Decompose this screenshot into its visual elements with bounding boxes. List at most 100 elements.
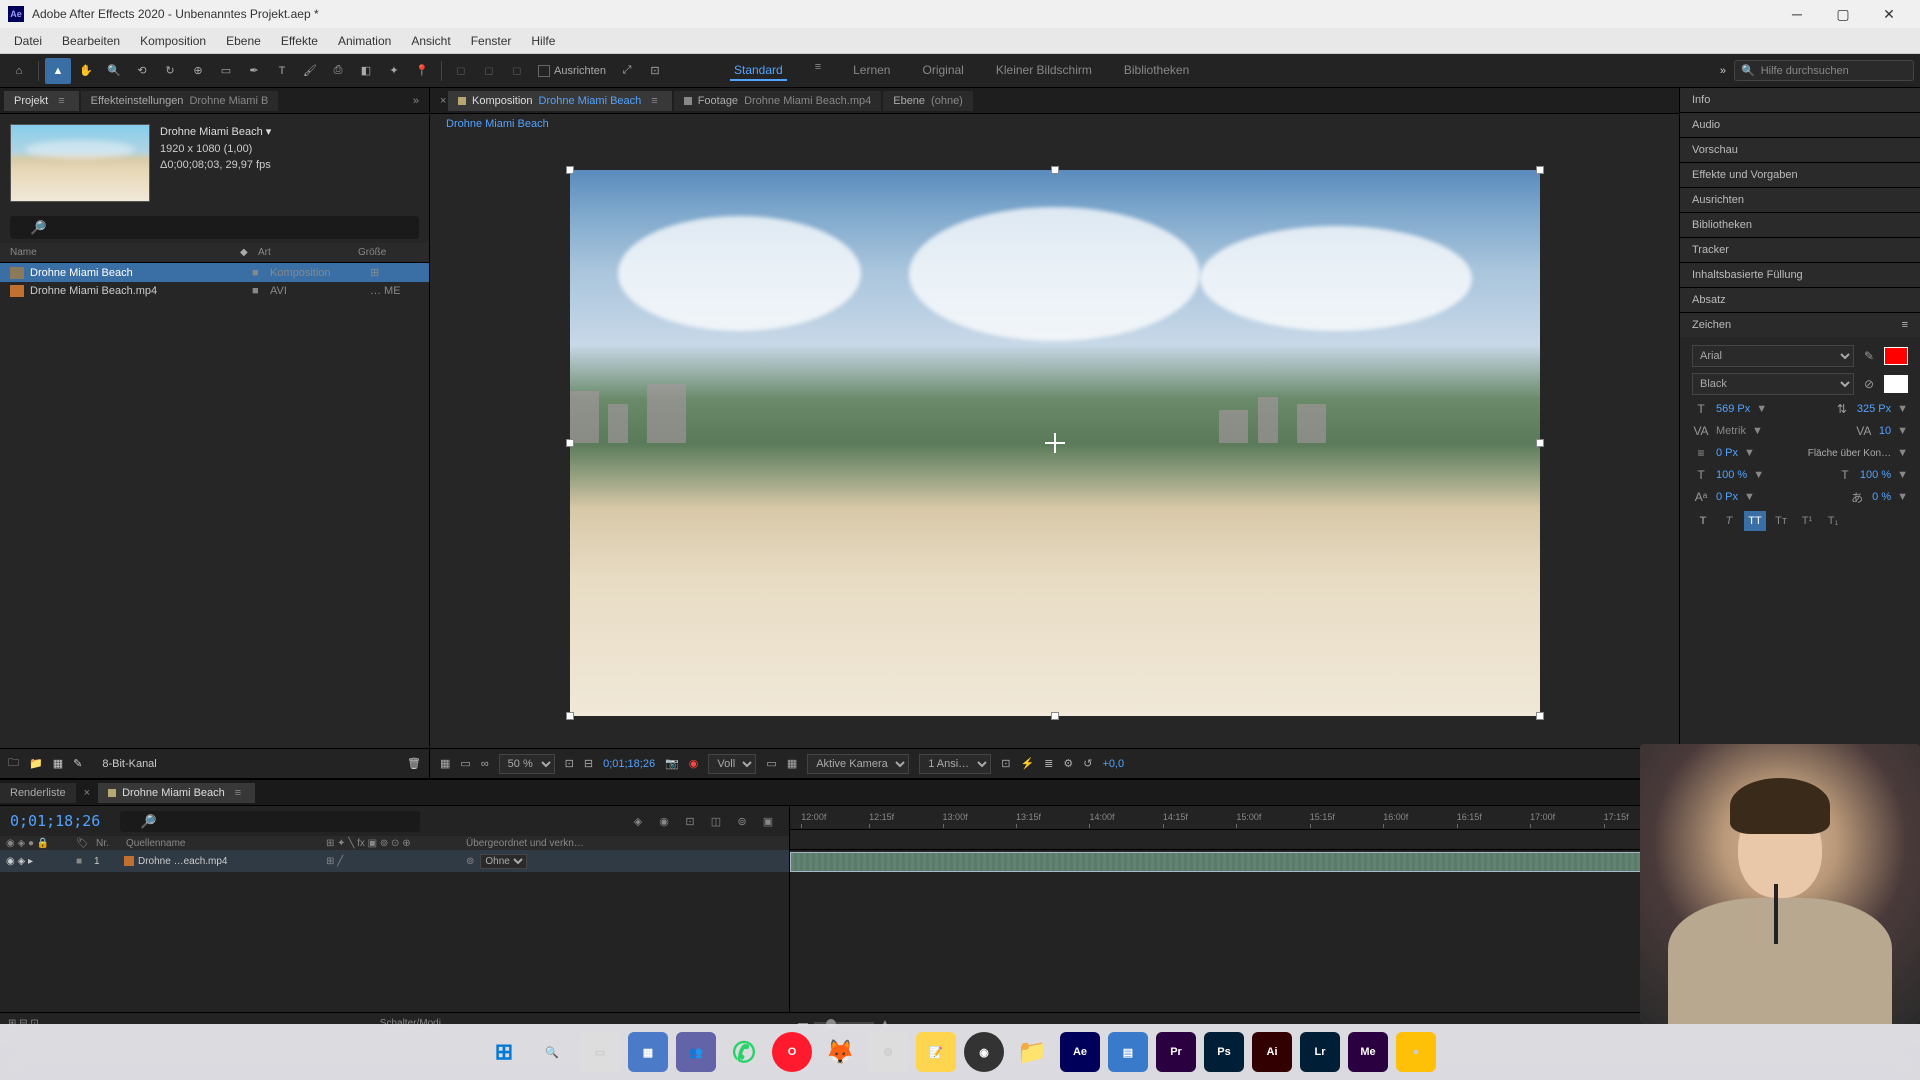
panel-absatz[interactable]: Absatz: [1680, 288, 1920, 312]
channel-icon[interactable]: ◉: [689, 757, 699, 770]
zoom-tool[interactable]: 🔍: [101, 58, 127, 84]
maximize-button[interactable]: ▢: [1820, 0, 1866, 28]
kerning-value[interactable]: Metrik: [1716, 425, 1746, 437]
menu-ebene[interactable]: Ebene: [216, 30, 271, 52]
snap-tool-2[interactable]: ⊡: [642, 58, 668, 84]
panel-bibliotheken[interactable]: Bibliotheken: [1680, 213, 1920, 237]
panel-zeichen[interactable]: Zeichen ≡: [1680, 313, 1920, 337]
col-parent[interactable]: Übergeordnet und verkn…: [466, 838, 783, 849]
col-source[interactable]: Quellenname: [126, 838, 326, 849]
menu-datei[interactable]: Datei: [4, 30, 52, 52]
pixel-aspect-icon[interactable]: ⊡: [1001, 757, 1010, 770]
col-size[interactable]: Größe: [358, 247, 418, 258]
panel-menu-icon[interactable]: ≡: [231, 787, 245, 799]
home-tool[interactable]: ⌂: [6, 58, 32, 84]
font-style-select[interactable]: Black: [1692, 373, 1854, 395]
new-folder-icon[interactable]: 📁: [29, 757, 43, 770]
adjust-icon[interactable]: ✎: [73, 757, 82, 770]
parent-select[interactable]: Ohne: [480, 854, 527, 869]
frame-blend-icon[interactable]: ◫: [705, 810, 727, 832]
taskbar-app-me2[interactable]: ▤: [1108, 1032, 1148, 1072]
anchor-point-icon[interactable]: [1045, 433, 1065, 453]
minimize-button[interactable]: ─: [1774, 0, 1820, 28]
taskbar-app2[interactable]: ●: [1396, 1032, 1436, 1072]
taskbar-teams[interactable]: 👥: [676, 1032, 716, 1072]
selected-comp-name[interactable]: Drohne Miami Beach ▾: [160, 124, 419, 141]
panel-inhaltsbasierte[interactable]: Inhaltsbasierte Füllung: [1680, 263, 1920, 287]
puppet-tool[interactable]: 📍: [409, 58, 435, 84]
timeline-icon[interactable]: ≣: [1044, 757, 1053, 770]
workspace-bibliotheken[interactable]: Bibliotheken: [1120, 61, 1193, 81]
subscript-button[interactable]: T₁: [1822, 511, 1844, 531]
taskbar-taskview[interactable]: ▭: [580, 1032, 620, 1072]
taskbar-start[interactable]: ⊞: [484, 1032, 524, 1072]
trash-icon[interactable]: 🗑: [407, 757, 421, 770]
graph-editor-icon[interactable]: ▣: [757, 810, 779, 832]
views-select[interactable]: 1 Ansi…: [919, 754, 991, 774]
new-comp-icon[interactable]: ▦: [53, 757, 63, 770]
help-search[interactable]: 🔍 Hilfe durchsuchen: [1734, 60, 1914, 81]
eraser-tool[interactable]: ◧: [353, 58, 379, 84]
snap-tool[interactable]: ⤢: [614, 58, 640, 84]
fast-preview-icon[interactable]: ⚡: [1020, 757, 1034, 770]
composition-viewer[interactable]: [570, 170, 1540, 716]
hand-tool[interactable]: ✋: [73, 58, 99, 84]
bold-button[interactable]: T: [1692, 511, 1714, 531]
label-col-icon[interactable]: ◆: [240, 247, 258, 258]
footage-tab[interactable]: Footage Drohne Miami Beach.mp4: [674, 91, 882, 111]
leading-value[interactable]: 325 Px: [1857, 403, 1891, 415]
rotate-tool[interactable]: ↻: [157, 58, 183, 84]
baseline-value[interactable]: 0 Px: [1716, 491, 1738, 503]
taskbar-lr[interactable]: Lr: [1300, 1032, 1340, 1072]
tracking-value[interactable]: 10: [1879, 425, 1891, 437]
current-time[interactable]: 0;01;18;26: [603, 758, 655, 770]
clone-tool[interactable]: ⎙: [325, 58, 351, 84]
roto-tool[interactable]: ✦: [381, 58, 407, 84]
panel-effekte[interactable]: Effekte und Vorgaben: [1680, 163, 1920, 187]
timeline-search-input[interactable]: [120, 811, 420, 832]
project-item-footage[interactable]: Drohne Miami Beach.mp4 ■ AVI … ME: [0, 282, 429, 300]
res-icon-1[interactable]: ⊡: [565, 757, 574, 770]
renderlist-tab[interactable]: Renderliste: [0, 783, 76, 803]
workspace-standard[interactable]: Standard: [730, 61, 787, 81]
project-search-input[interactable]: [10, 216, 419, 239]
taskbar-obs[interactable]: ◉: [964, 1032, 1004, 1072]
effect-settings-tab[interactable]: Effekteinstellungen Drohne Miami B: [81, 91, 279, 111]
handle-tr[interactable]: [1536, 166, 1544, 174]
mask-icon[interactable]: ▭: [460, 757, 470, 770]
draft-3d-icon[interactable]: ◉: [653, 810, 675, 832]
font-size-value[interactable]: 569 Px: [1716, 403, 1750, 415]
workspace-kleiner[interactable]: Kleiner Bildschirm: [992, 61, 1096, 81]
toggle-alpha-icon[interactable]: ∞: [481, 758, 489, 770]
comp-breadcrumb[interactable]: Drohne Miami Beach: [430, 114, 1679, 138]
menu-ansicht[interactable]: Ansicht: [401, 30, 460, 52]
bit-depth-label[interactable]: 8-Bit-Kanal: [102, 758, 156, 770]
flowchart-icon[interactable]: ⚙: [1063, 757, 1073, 770]
comp-panel-close[interactable]: ×: [434, 95, 446, 107]
italic-button[interactable]: T: [1718, 511, 1740, 531]
panel-vorschau[interactable]: Vorschau: [1680, 138, 1920, 162]
hscale-value[interactable]: 100 %: [1860, 469, 1891, 481]
menu-bearbeiten[interactable]: Bearbeiten: [52, 30, 130, 52]
col-name[interactable]: Name: [10, 247, 240, 258]
panel-menu-icon[interactable]: ≡: [647, 95, 661, 107]
taskbar-search[interactable]: 🔍: [532, 1032, 572, 1072]
close-button[interactable]: ✕: [1866, 0, 1912, 28]
fill-color-swatch[interactable]: [1884, 347, 1908, 365]
timeline-comp-tab[interactable]: Drohne Miami Beach ≡: [98, 783, 255, 803]
taskbar-app1[interactable]: ⚙: [868, 1032, 908, 1072]
taskbar-notes[interactable]: 📝: [916, 1032, 956, 1072]
menu-animation[interactable]: Animation: [328, 30, 401, 52]
pen-tool[interactable]: ✒: [241, 58, 267, 84]
snapshot-icon[interactable]: 📷: [665, 757, 679, 770]
transparency-grid-icon[interactable]: ▦: [787, 757, 797, 770]
col-type[interactable]: Art: [258, 247, 358, 258]
anchor-tool[interactable]: ⊕: [185, 58, 211, 84]
zoom-select[interactable]: 50 %: [499, 754, 555, 774]
layer-row[interactable]: ◉ ◈ ▸ ■ 1 Drohne …each.mp4 ⊞ ╱ ⊚ Ohne: [0, 850, 789, 872]
grid-icon[interactable]: ▦: [440, 757, 450, 770]
panel-overflow-icon[interactable]: »: [407, 95, 425, 107]
menu-effekte[interactable]: Effekte: [271, 30, 328, 52]
allcaps-button[interactable]: TT: [1744, 511, 1766, 531]
resolution-select[interactable]: Voll: [708, 754, 756, 774]
